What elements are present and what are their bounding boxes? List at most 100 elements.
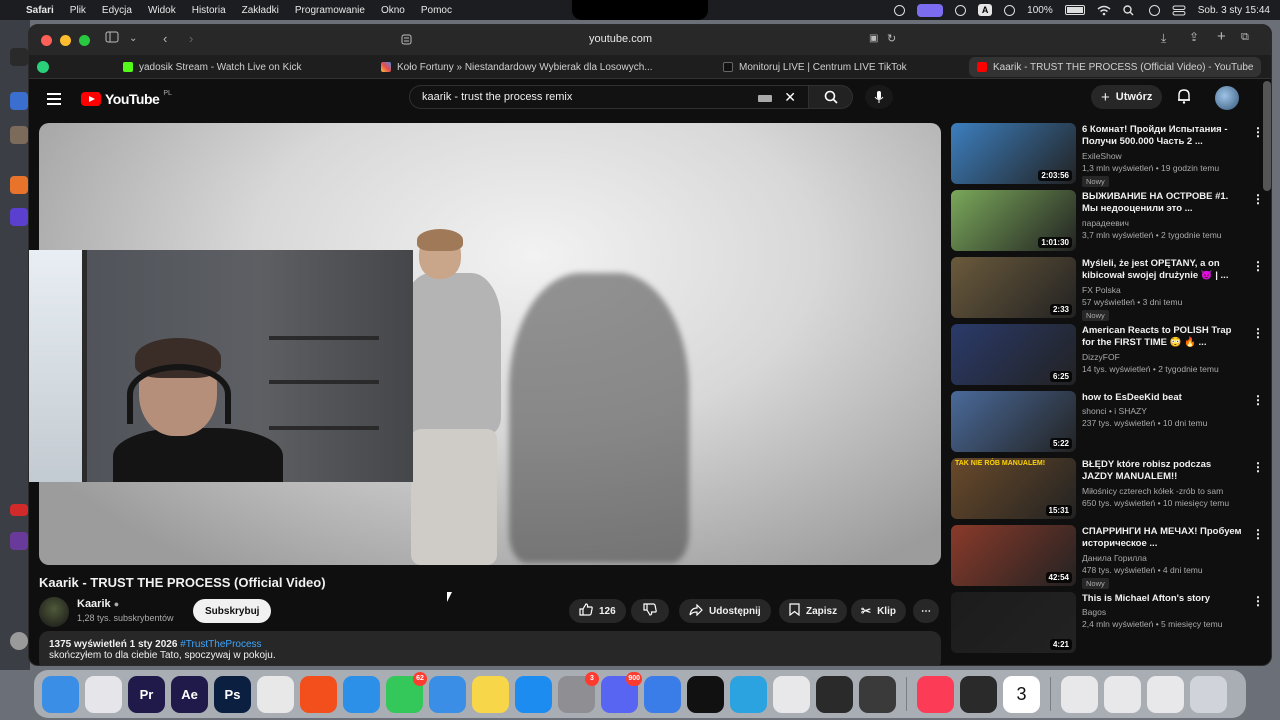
more-vertical-icon[interactable]: ⋮ <box>1252 192 1264 206</box>
save-button[interactable]: Zapisz <box>779 599 848 623</box>
tab-tiktok-live[interactable]: Monitoruj LIVE | Centrum LIVE TikTok <box>723 55 907 79</box>
control-center-icon[interactable] <box>1172 5 1186 16</box>
zoom-window-button[interactable] <box>79 34 90 46</box>
video-title[interactable]: American Reacts to POLISH Trap for the F… <box>1082 325 1244 349</box>
more-actions-button[interactable]: ⋯ <box>913 599 939 623</box>
dock-trash-icon[interactable] <box>1190 675 1227 713</box>
more-vertical-icon[interactable]: ⋮ <box>1252 527 1264 541</box>
more-vertical-icon[interactable]: ⋮ <box>1252 393 1264 407</box>
video-thumbnail[interactable]: 6:25 <box>951 324 1076 385</box>
sidebar-toggle-icon[interactable] <box>105 31 119 46</box>
search-button[interactable] <box>809 85 853 109</box>
video-thumbnail[interactable]: 1:01:30 <box>951 190 1076 251</box>
page-menu-icon[interactable] <box>401 33 412 48</box>
video-thumbnail[interactable]: 2:33 <box>951 257 1076 318</box>
video-title[interactable]: how to EsDeeKid beat <box>1082 392 1244 404</box>
more-vertical-icon[interactable]: ⋮ <box>1252 594 1264 608</box>
dock-music-icon[interactable] <box>917 675 954 713</box>
share-button[interactable]: Udostępnij <box>679 599 771 623</box>
dock-app-store-icon[interactable] <box>515 675 552 713</box>
menu-item-edycja[interactable]: Edycja <box>102 5 132 16</box>
menu-item-widok[interactable]: Widok <box>148 5 176 16</box>
channel-name[interactable]: FX Polska <box>1082 285 1121 295</box>
subscribe-button[interactable]: Subskrybuj <box>193 599 272 623</box>
dock-davinci-icon[interactable] <box>859 675 896 713</box>
close-window-button[interactable] <box>41 34 52 46</box>
video-title[interactable]: Myśleli, że jest OPĘTANY, a on kibicował… <box>1082 258 1244 282</box>
video-thumbnail[interactable]: 2:03:56 <box>951 123 1076 184</box>
keyboard-icon[interactable] <box>758 95 772 102</box>
channel-name[interactable]: Kaarik ● <box>77 598 119 610</box>
menu-item-programowanie[interactable]: Programowanie <box>295 5 365 16</box>
status-app-icon[interactable] <box>955 4 967 16</box>
channel-name[interactable]: Bagos <box>1082 607 1106 617</box>
tab-kolo-fortuny[interactable]: Koło Fortuny » Niestandardowy Wybierak d… <box>381 55 653 79</box>
account-avatar[interactable] <box>1215 86 1239 110</box>
back-icon[interactable]: ‹ <box>163 31 167 46</box>
menu-app-name[interactable]: Safari <box>26 5 54 16</box>
menu-item-zakladki[interactable]: Zakładki <box>242 5 279 16</box>
recommended-video[interactable]: 42:54 СПАРРИНГИ НА МЕЧАХ! Пробуем историч… <box>951 525 1264 592</box>
translate-icon[interactable]: ▣ <box>869 33 878 44</box>
channel-name[interactable]: парадеевич <box>1082 218 1129 228</box>
input-source-icon[interactable]: A <box>978 4 993 16</box>
dock-calendar-icon[interactable]: 3 <box>1003 675 1040 713</box>
dock-doc-1-icon[interactable] <box>1061 675 1098 713</box>
recommended-video[interactable]: 6:25 American Reacts to POLISH Trap for t… <box>951 324 1264 391</box>
search-input[interactable]: kaarik - trust the process remix ✕ <box>409 85 809 109</box>
recommended-video[interactable]: 2:03:56 6 Комнат! Пройди Испытания - Полу… <box>951 123 1264 190</box>
dislike-button[interactable] <box>631 599 669 623</box>
video-thumbnail[interactable]: 5:22 <box>951 391 1076 452</box>
chevron-down-icon[interactable]: ⌄ <box>129 33 137 44</box>
share-icon[interactable]: ⇪ <box>1189 30 1199 44</box>
channel-name[interactable]: Miłośnicy czterech kółek -zrób to sam <box>1082 486 1223 496</box>
hashtag-link[interactable]: #TrustTheProcess <box>180 639 261 650</box>
dock-doc-3-icon[interactable] <box>1147 675 1184 713</box>
tab-overview-icon[interactable]: ⧉ <box>1241 31 1249 44</box>
recommended-video[interactable]: TAK NIE RÓB MANUALEM! 15:31 BŁĘDY które ro… <box>951 458 1264 525</box>
clip-button[interactable]: ✂ Klip <box>851 599 906 623</box>
search-spotlight-icon[interactable] <box>1123 4 1137 16</box>
channel-name[interactable]: DizzyFOF <box>1082 352 1120 362</box>
tab-youtube[interactable]: Kaarik - TRUST THE PROCESS (Official Vid… <box>969 57 1262 77</box>
menubar-clock[interactable]: Sob. 3 sty 15:44 <box>1198 5 1270 16</box>
downloads-icon[interactable]: ⤓ <box>1161 31 1166 46</box>
forward-icon[interactable]: › <box>189 31 193 46</box>
youtube-logo[interactable]: YouTube PL <box>81 90 172 107</box>
recommended-video[interactable]: 1:01:30 ВЫЖИВАНИЕ НА ОСТРОВЕ #1. Мы недоо… <box>951 190 1264 257</box>
dock-launchpad-icon[interactable] <box>85 675 122 713</box>
channel-name[interactable]: Данила Горилла <box>1082 553 1147 563</box>
create-button[interactable]: + Utwórz <box>1091 85 1163 109</box>
page-scrollbar[interactable] <box>1263 81 1271 191</box>
video-thumbnail[interactable]: 42:54 <box>951 525 1076 586</box>
more-vertical-icon[interactable]: ⋮ <box>1252 326 1264 340</box>
clear-search-icon[interactable]: ✕ <box>784 89 796 106</box>
siri-icon[interactable] <box>1148 4 1160 16</box>
recommended-video[interactable]: 5:22 how to EsDeeKid beat shonci • i SHAZY… <box>951 391 1264 458</box>
dock-mail-icon[interactable] <box>429 675 466 713</box>
video-title[interactable]: 6 Комнат! Пройди Испытания - Получи 500.… <box>1082 124 1244 148</box>
recommended-video[interactable]: 4:21 This is Michael Afton's story Bagos 2,… <box>951 592 1264 659</box>
dock-after-effects-icon[interactable]: Ae <box>171 675 208 713</box>
dock-brave-icon[interactable] <box>300 675 337 713</box>
video-title[interactable]: BŁĘDY które robisz podczas JAZDY MANUALE… <box>1082 459 1244 483</box>
play-status-icon[interactable] <box>1004 4 1016 16</box>
dock-messages-icon[interactable]: 62 <box>386 671 427 713</box>
wifi-icon[interactable] <box>1097 5 1111 16</box>
channel-name[interactable]: ExileShow <box>1082 151 1122 161</box>
dock-doc-2-icon[interactable] <box>1104 675 1141 713</box>
dock-notes-icon[interactable] <box>472 675 509 713</box>
reload-icon[interactable]: ↻ <box>887 32 896 45</box>
channel-name[interactable]: shonci • i SHAZY <box>1082 406 1147 416</box>
menu-item-historia[interactable]: Historia <box>192 5 226 16</box>
channel-avatar[interactable] <box>39 597 69 627</box>
description-box[interactable]: 1375 wyświetleń 1 sty 2026 #TrustTheProc… <box>39 631 941 665</box>
dock-slack-icon[interactable] <box>773 675 810 713</box>
video-title[interactable]: This is Michael Afton's story <box>1082 593 1244 605</box>
minimize-window-button[interactable] <box>60 34 71 46</box>
dock-discord-icon[interactable]: 900 <box>601 671 642 713</box>
screen-record-icon[interactable] <box>917 3 944 17</box>
battery-icon[interactable] <box>1064 5 1085 15</box>
dock-fl-studio-icon[interactable] <box>816 675 853 713</box>
tab-group-icon[interactable] <box>37 55 49 79</box>
